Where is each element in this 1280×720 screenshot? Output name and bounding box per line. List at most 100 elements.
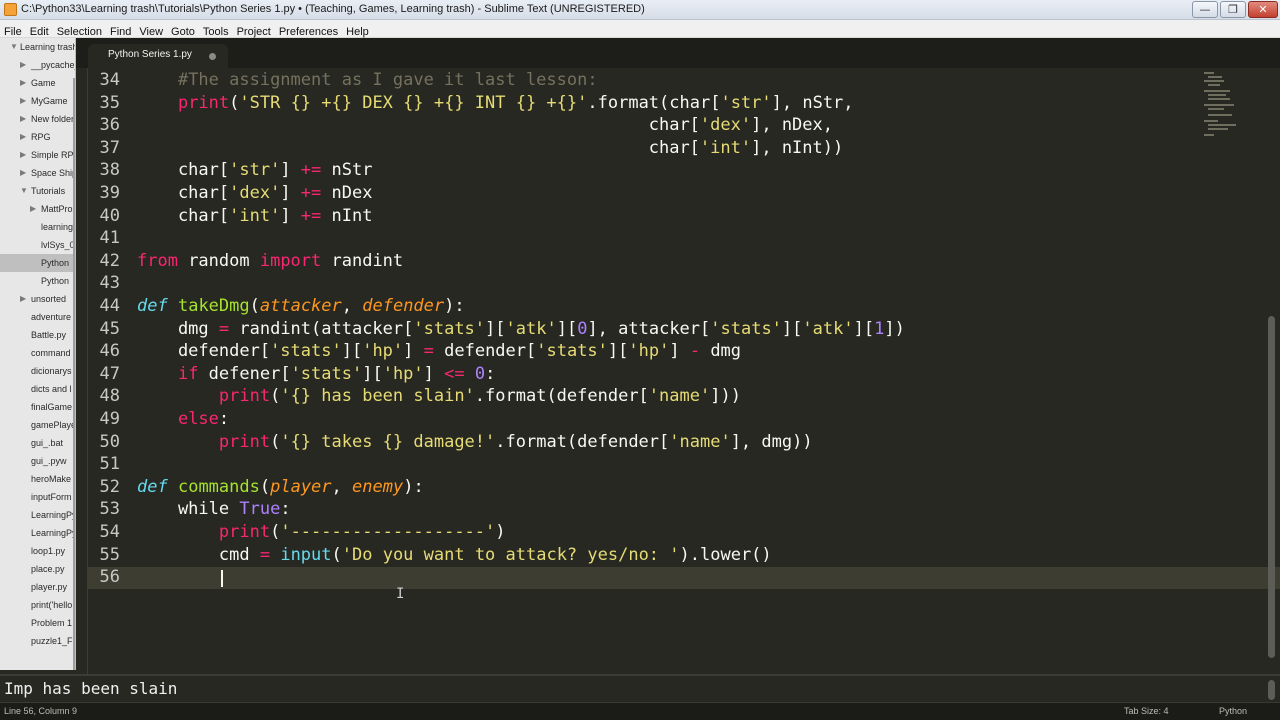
folder-collapsed-icon[interactable]: ▶ (20, 56, 30, 74)
folder-collapsed-icon[interactable]: ▶ (20, 92, 30, 110)
code-token: 'stats' (710, 318, 782, 339)
code-token: defender[ (433, 341, 537, 362)
folder-collapsed-icon[interactable]: ▶ (30, 200, 40, 218)
code-line[interactable]: 35 print('STR {} +{} DEX {} +{} INT {} +… (76, 92, 1196, 114)
code-text: else: (137, 408, 229, 430)
code-token: ] (280, 183, 301, 203)
sidebar-item[interactable]: ▶__pycache__ (0, 56, 75, 74)
sidebar-item[interactable]: Python (0, 254, 73, 272)
code-line[interactable]: 54 print('-------------------') (76, 521, 1196, 543)
sidebar-item[interactable]: gamePlaye (0, 416, 75, 434)
sidebar-item[interactable]: loop1.py (0, 542, 73, 560)
close-button[interactable]: ✕ (1248, 1, 1278, 18)
line-number: 47 (99, 363, 120, 384)
sidebar-item-label: Battle.py (31, 330, 67, 340)
sidebar-item[interactable]: LearningPy (0, 524, 75, 542)
code-line[interactable]: 49 else: (76, 408, 1196, 430)
sidebar-item[interactable]: ▶ unsorted (0, 290, 73, 308)
sidebar-item[interactable]: ▼ Tutorials (0, 182, 73, 200)
sidebar-item[interactable]: player.py (0, 578, 73, 596)
sidebar-item[interactable]: ▶ Space Ship (0, 164, 75, 182)
code-line[interactable]: 42 from random import randint (76, 250, 1196, 272)
folder-collapsed-icon[interactable]: ▶ (20, 110, 30, 128)
sidebar-item[interactable]: heroMake (0, 470, 73, 488)
code-line[interactable]: 47 if defener['stats']['hp'] <= 0: (76, 363, 1196, 385)
code-token: ) (495, 522, 506, 542)
minimap[interactable] (1200, 68, 1260, 168)
sidebar-item[interactable]: ▶ MattPro (0, 200, 73, 218)
folder-collapsed-icon[interactable]: ▶ (20, 146, 30, 164)
maximize-button[interactable]: ❐ (1220, 1, 1246, 18)
code-line[interactable]: 46 defender['stats']['hp'] = defender['s… (76, 340, 1196, 362)
sidebar-item[interactable]: Problem 1 (0, 614, 73, 632)
tab-size-indicator[interactable]: Tab Size: 4 (1124, 706, 1169, 716)
sidebar-item[interactable]: gui_.bat (0, 434, 73, 452)
code-line[interactable]: 55 cmd = input('Do you want to attack? y… (76, 544, 1196, 566)
sidebar-item[interactable]: ▶ Game (0, 74, 73, 92)
folder-collapsed-icon[interactable]: ▶ (20, 164, 30, 182)
folder-collapsed-icon[interactable]: ▶ (20, 290, 30, 308)
sidebar-item-label: inputForm (31, 492, 72, 502)
code-line[interactable]: 48 print('{} has been slain'.format(defe… (76, 385, 1196, 407)
sidebar-item[interactable]: Python (0, 272, 73, 290)
minimize-button[interactable]: — (1192, 1, 1218, 18)
sidebar-item[interactable]: LearningPy (0, 506, 75, 524)
unsaved-dot-icon[interactable] (209, 53, 216, 60)
sidebar-item[interactable]: finalGame (0, 398, 73, 416)
folder-collapsed-icon[interactable]: ▶ (20, 74, 30, 92)
sidebar-item[interactable]: Battle.py (0, 326, 73, 344)
sidebar-item[interactable]: dicionarys (0, 362, 73, 380)
code-line[interactable]: 50 print('{} takes {} damage!'.format(de… (76, 431, 1196, 453)
code-text: print('{} has been slain'.format(defende… (137, 385, 741, 407)
code-token: 0 (474, 363, 486, 384)
editor-scrollbar[interactable] (1268, 316, 1275, 658)
code-token: ][ (362, 363, 383, 384)
sidebar-item[interactable]: ▶ RPG (0, 128, 73, 146)
code-line[interactable]: 43 (76, 272, 1196, 294)
sidebar-item[interactable]: lvlSys_0 (0, 236, 75, 254)
syntax-indicator[interactable]: Python (1219, 706, 1247, 716)
code-line[interactable]: 37 char['int'], nInt)) (76, 137, 1196, 159)
code-line[interactable]: 51 (76, 453, 1196, 475)
code-token: ][ (341, 341, 363, 362)
sidebar-item[interactable]: ▶ Simple RPG (0, 146, 75, 164)
folder-expanded-icon[interactable]: ▼ (20, 182, 30, 200)
sidebar-item[interactable]: dicts and l (0, 380, 73, 398)
sidebar-item[interactable]: adventure (0, 308, 73, 326)
sidebar-item[interactable]: print('hello (0, 596, 73, 614)
sidebar-item[interactable]: place.py (0, 560, 73, 578)
code-token: '-------------------' (280, 522, 496, 542)
sidebar-item[interactable]: gui_.pyw (0, 452, 73, 470)
code-line[interactable]: 38 char['str'] += nStr (76, 159, 1196, 181)
code-line[interactable]: 44 def takeDmg(attacker, defender): (76, 295, 1196, 317)
code-line[interactable]: 53 while True: (76, 498, 1196, 520)
code-token: ])) (710, 386, 741, 407)
folder-collapsed-icon[interactable]: ▶ (20, 128, 30, 146)
line-number: 55 (99, 544, 120, 565)
code-line[interactable]: 34 #The assignment as I gave it last les… (76, 69, 1196, 91)
sidebar-item-label: __pycache__ (31, 60, 75, 70)
sidebar-item[interactable]: learning (0, 218, 73, 236)
tab-python-series-1[interactable]: Python Series 1.py (88, 44, 228, 68)
sidebar-item[interactable]: command (0, 344, 73, 362)
code-editor[interactable]: 34 #The assignment as I gave it last les… (76, 68, 1280, 674)
code-token: while (137, 499, 240, 520)
code-line[interactable]: 56 (76, 566, 1196, 588)
code-line[interactable]: 45 dmg = randint(attacker['stats']['atk'… (76, 318, 1196, 340)
sidebar-item[interactable]: ▶ MyGame (0, 92, 73, 110)
sidebar-item[interactable]: puzzle1_Fi (0, 632, 75, 650)
line-number: 54 (99, 522, 120, 542)
sidebar-item[interactable]: ▶ New folder (0, 110, 74, 128)
code-line[interactable]: 36 char['dex'], nDex, (76, 114, 1196, 136)
sidebar-item[interactable]: ▼ Learning trash (0, 38, 75, 56)
console-scrollbar[interactable] (1268, 680, 1275, 700)
code-line[interactable]: 39 char['dex'] += nDex (76, 182, 1196, 204)
folder-expanded-icon[interactable]: ▼ (10, 38, 20, 56)
code-line[interactable]: 41 (76, 227, 1196, 249)
code-line[interactable]: 40 char['int'] += nInt (76, 205, 1196, 227)
sidebar-item-label: Python (41, 258, 70, 268)
code-line[interactable]: 52 def commands(player, enemy): (76, 476, 1196, 498)
sidebar-item[interactable]: inputForm (0, 488, 73, 506)
code-token: commands (177, 476, 260, 497)
